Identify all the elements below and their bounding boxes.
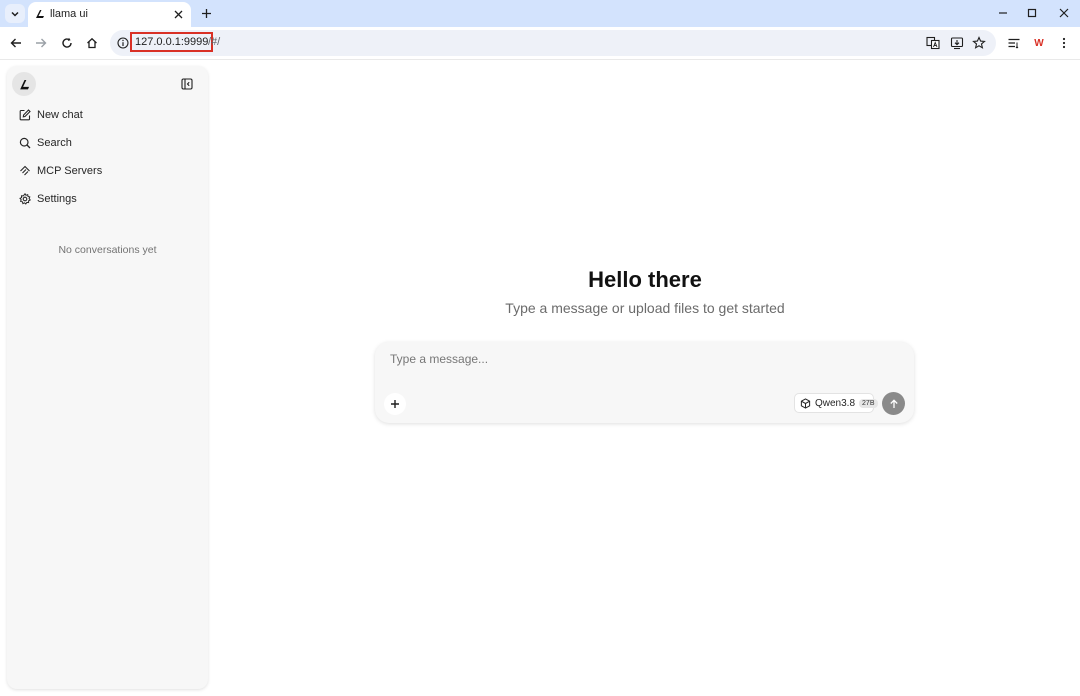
mcp-icon bbox=[18, 164, 32, 178]
reading-list-button[interactable] bbox=[1005, 34, 1023, 52]
extension-icon: W bbox=[1034, 37, 1044, 49]
page-title: Hello there bbox=[588, 267, 702, 292]
cube-icon bbox=[800, 397, 811, 409]
minimize-button[interactable] bbox=[992, 3, 1014, 23]
arrow-up-icon bbox=[889, 398, 898, 408]
model-name: Qwen3.8 bbox=[815, 397, 856, 409]
plus-icon bbox=[391, 400, 399, 408]
url-path[interactable]: /#/ bbox=[208, 36, 220, 48]
close-window-button[interactable] bbox=[1053, 3, 1075, 23]
sidebar-item-label: Settings bbox=[37, 193, 77, 205]
page-subtitle: Type a message or upload files to get st… bbox=[505, 300, 785, 316]
search-icon bbox=[18, 136, 32, 150]
tab-strip: llama ui bbox=[0, 0, 1080, 27]
llama-logo-icon bbox=[19, 79, 29, 89]
star-icon bbox=[972, 36, 986, 49]
add-attachment-button[interactable] bbox=[384, 393, 406, 415]
info-icon[interactable] bbox=[117, 37, 129, 49]
llama-logo-icon bbox=[36, 10, 44, 18]
reload-icon bbox=[62, 37, 72, 48]
sidebar-collapse-icon bbox=[181, 78, 193, 90]
translate-icon bbox=[926, 36, 940, 50]
sidebar-item-mcp-servers[interactable]: MCP Servers bbox=[12, 159, 202, 183]
arrow-left-icon bbox=[10, 38, 21, 48]
active-tab[interactable]: llama ui bbox=[28, 2, 191, 27]
browser-toolbar: 127.0.0.1:9999 /#/ W bbox=[0, 27, 1080, 60]
sidebar-item-settings[interactable]: Settings bbox=[12, 187, 202, 211]
edit-icon bbox=[18, 108, 32, 122]
extension-button[interactable]: W bbox=[1030, 34, 1048, 52]
sidebar-item-label: New chat bbox=[37, 109, 83, 121]
arrow-right-icon bbox=[36, 38, 47, 48]
tab-close-button[interactable] bbox=[171, 7, 185, 21]
close-icon bbox=[174, 10, 182, 18]
home-icon bbox=[87, 37, 97, 49]
tab-search-button[interactable] bbox=[5, 4, 25, 23]
address-bar[interactable]: 127.0.0.1:9999 /#/ bbox=[110, 30, 996, 56]
reload-button[interactable] bbox=[58, 34, 76, 52]
sidebar-item-search[interactable]: Search bbox=[12, 131, 202, 155]
collapse-sidebar-button[interactable] bbox=[180, 77, 194, 91]
sidebar-item-label: MCP Servers bbox=[37, 165, 103, 177]
sidebar-item-new-chat[interactable]: New chat bbox=[12, 103, 202, 127]
app-logo[interactable] bbox=[12, 72, 36, 96]
empty-conversations-text: No conversations yet bbox=[58, 244, 157, 256]
close-icon bbox=[1059, 8, 1069, 18]
new-tab-button[interactable] bbox=[198, 5, 214, 21]
plus-icon bbox=[201, 8, 211, 18]
install-app-button[interactable] bbox=[949, 35, 965, 51]
menu-button[interactable] bbox=[1055, 34, 1073, 52]
chevron-down-icon bbox=[11, 11, 19, 17]
forward-button[interactable] bbox=[32, 34, 50, 52]
translate-button[interactable] bbox=[925, 35, 941, 51]
more-vert-icon bbox=[1062, 37, 1066, 49]
install-icon bbox=[950, 37, 964, 50]
tab-title: llama ui bbox=[50, 8, 88, 20]
message-input[interactable] bbox=[388, 350, 892, 376]
reading-list-icon bbox=[1008, 38, 1020, 49]
home-button[interactable] bbox=[83, 34, 101, 52]
sidebar: New chat Search MCP Servers Settings No … bbox=[7, 66, 208, 689]
message-composer: Qwen3.8 27B bbox=[375, 342, 914, 423]
sidebar-item-label: Search bbox=[37, 137, 72, 149]
maximize-button[interactable] bbox=[1021, 3, 1043, 23]
bookmark-button[interactable] bbox=[971, 35, 987, 51]
gear-icon bbox=[18, 192, 32, 206]
url-host[interactable]: 127.0.0.1:9999 bbox=[130, 32, 214, 52]
minimize-icon bbox=[999, 12, 1007, 14]
model-size-badge: 27B bbox=[859, 398, 878, 408]
model-selector[interactable]: Qwen3.8 27B bbox=[794, 393, 878, 413]
maximize-icon bbox=[1027, 8, 1037, 18]
back-button[interactable] bbox=[7, 34, 25, 52]
send-button[interactable] bbox=[882, 392, 905, 415]
